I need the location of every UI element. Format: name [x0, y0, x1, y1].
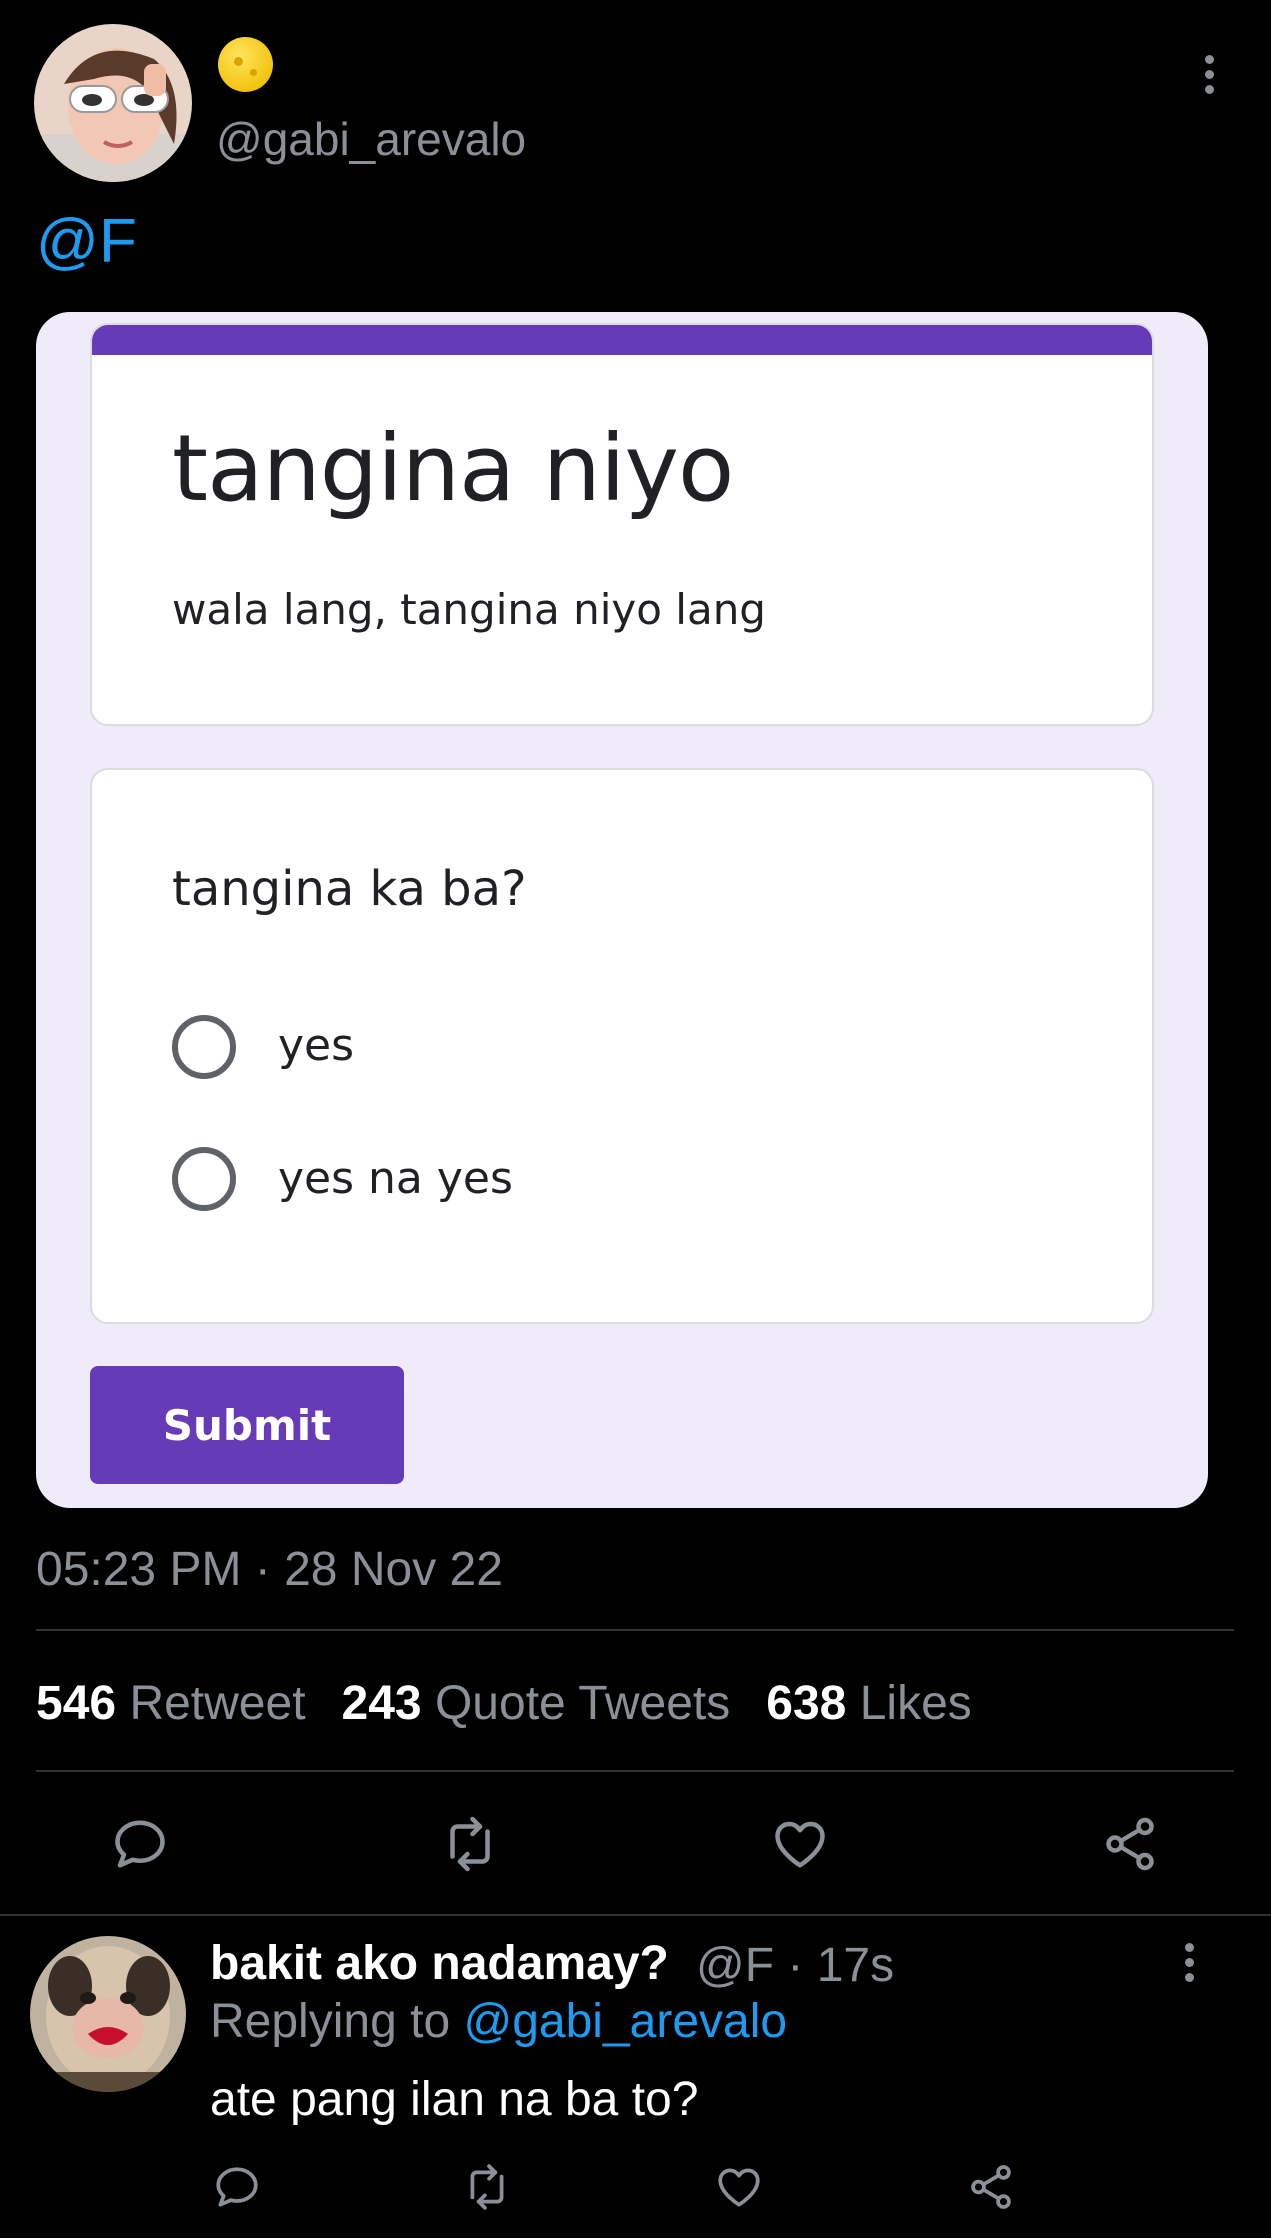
share-icon[interactable] [1100, 1814, 1160, 1874]
moon-emoji-icon [218, 37, 273, 92]
tweet-mention[interactable]: @F [36, 206, 137, 277]
author-handle[interactable]: @gabi_arevalo [216, 112, 526, 166]
author-avatar[interactable] [34, 24, 192, 182]
reply-time: 17s [816, 1939, 895, 1992]
form-description: wala lang, tangina niyo lang [172, 585, 766, 634]
more-vertical-icon[interactable] [1200, 55, 1216, 95]
share-icon[interactable] [966, 2162, 1016, 2212]
retweets-label[interactable]: Retweet [129, 1677, 305, 1730]
retweet-icon[interactable] [440, 1814, 500, 1874]
divider [0, 1914, 1271, 1916]
replying-to: Replying to @gabi_arevalo [210, 1994, 787, 2049]
form-question-card [90, 768, 1154, 1324]
more-vertical-icon[interactable] [1180, 1943, 1196, 1983]
likes-label[interactable]: Likes [860, 1677, 972, 1730]
tweet-stats: 546 Retweet 243 Quote Tweets 638 Likes [36, 1676, 972, 1731]
replying-to-handle[interactable]: @gabi_arevalo [463, 1995, 787, 2048]
divider [36, 1629, 1234, 1631]
retweet-icon[interactable] [462, 2162, 512, 2212]
reply-author-avatar[interactable] [30, 1936, 186, 2092]
quotes-count[interactable]: 243 [342, 1677, 422, 1730]
option-label-2: yes na yes [278, 1153, 513, 1204]
meta-separator: · [787, 1939, 804, 1992]
replying-to-label: Replying to [210, 1995, 451, 2048]
heart-icon[interactable] [714, 2162, 764, 2212]
reply-display-name[interactable]: bakit ako nadamay? [210, 1936, 669, 1991]
radio-option-2 [172, 1147, 236, 1211]
comment-icon[interactable] [212, 2162, 262, 2212]
radio-option-1 [172, 1015, 236, 1079]
reply-text: ate pang ilan na ba to? [210, 2073, 699, 2126]
form-accent-bar [92, 325, 1152, 355]
heart-icon[interactable] [770, 1814, 830, 1874]
reply-handle[interactable]: @F [696, 1939, 774, 1992]
divider [36, 1770, 1234, 1772]
form-question: tangina ka ba? [172, 861, 527, 917]
form-title: tangina niyo [172, 415, 734, 522]
option-label-1: yes [278, 1020, 355, 1071]
form-submit-button: Submit [90, 1366, 404, 1484]
quotes-label[interactable]: Quote Tweets [435, 1677, 730, 1730]
likes-count[interactable]: 638 [766, 1677, 846, 1730]
retweets-count[interactable]: 546 [36, 1677, 116, 1730]
comment-icon[interactable] [110, 1814, 170, 1874]
tweet-timestamp: 05:23 PM · 28 Nov 22 [36, 1543, 503, 1596]
form-header-card [90, 323, 1154, 726]
reply-meta: @F · 17s [696, 1938, 894, 1993]
